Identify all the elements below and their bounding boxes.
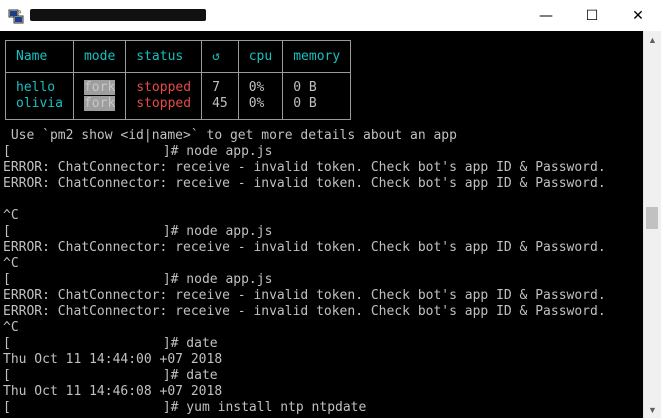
scroll-thumb[interactable] xyxy=(646,207,658,229)
prompt-line: []# yum install ntp ntpdate xyxy=(3,400,367,415)
process-statuses: stopped stopped xyxy=(125,72,203,120)
prompt-line: []# node app.js xyxy=(3,144,273,159)
scroll-down-arrow-icon[interactable]: ▼ xyxy=(644,401,661,418)
process-restarts: 7 45 xyxy=(201,72,239,120)
prompt-line: []# date xyxy=(3,336,218,351)
col-name: Name xyxy=(5,40,74,73)
putty-icon xyxy=(8,9,24,24)
prompt-line: []# date xyxy=(3,368,218,383)
interrupt-line: ^C xyxy=(3,256,19,271)
close-button[interactable]: ✕ xyxy=(615,0,661,31)
prompt-line: []# node app.js xyxy=(3,272,273,287)
process-cpu: 0% 0% xyxy=(237,72,284,120)
col-cpu: cpu xyxy=(237,40,284,73)
minimize-button[interactable]: — xyxy=(523,0,569,31)
vertical-scrollbar[interactable]: ▲ ▼ xyxy=(643,31,661,418)
error-line: ERROR: ChatConnector: receive - invalid … xyxy=(3,288,606,303)
col-restarts: ↺ xyxy=(201,40,239,73)
title-bar: — ☐ ✕ xyxy=(0,0,661,31)
pm2-process-table: Name mode status ↺ cpu memory hello olivi… xyxy=(5,40,352,120)
col-mode: mode xyxy=(72,40,127,73)
error-line: ERROR: ChatConnector: receive - invalid … xyxy=(3,160,606,175)
col-memory: memory xyxy=(282,40,352,73)
interrupt-line: ^C xyxy=(3,320,19,335)
error-line: ERROR: ChatConnector: receive - invalid … xyxy=(3,304,606,319)
interrupt-line: ^C xyxy=(3,208,19,223)
date-output: Thu Oct 11 14:44:00 +07 2018 xyxy=(3,352,223,367)
table-row: hello olivia fork fork stopped stopped 7 45 … xyxy=(5,72,352,120)
prompt-line: []# node app.js xyxy=(3,224,273,239)
error-line: ERROR: ChatConnector: receive - invalid … xyxy=(3,240,606,255)
process-memory: 0 B0 B xyxy=(282,72,352,120)
pm2-hint-line: Use `pm2 show <id|name>` to get more det… xyxy=(3,128,457,143)
terminal-window: — ☐ ✕ Name mode status ↺ cpu memory hell… xyxy=(0,0,661,418)
process-names: hello olivia xyxy=(5,72,74,120)
window-title-redacted xyxy=(30,9,206,21)
table-header-row: Name mode status ↺ cpu memory xyxy=(5,40,352,73)
date-output: Thu Oct 11 14:46:08 +07 2018 xyxy=(3,384,223,399)
col-status: status xyxy=(125,40,203,73)
scroll-up-arrow-icon[interactable]: ▲ xyxy=(644,31,661,48)
process-modes: fork fork xyxy=(72,72,127,120)
error-line: ERROR: ChatConnector: receive - invalid … xyxy=(3,176,606,191)
maximize-button[interactable]: ☐ xyxy=(569,0,615,31)
terminal-output[interactable]: Name mode status ↺ cpu memory hello olivi… xyxy=(0,31,644,418)
